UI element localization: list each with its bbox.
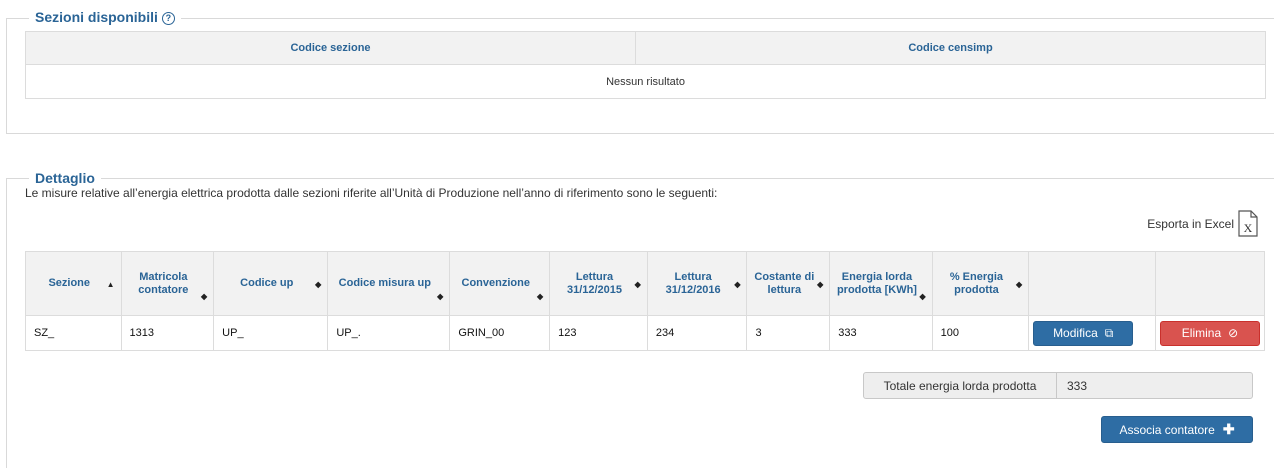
export-excel-label[interactable]: Esporta in Excel: [1147, 217, 1234, 231]
cell-perc-energia: 100: [931, 315, 1030, 351]
totale-energia-value: 333: [1067, 378, 1088, 393]
cell-sezione: SZ_: [25, 315, 122, 351]
sort-icon[interactable]: ◆: [201, 290, 207, 303]
sort-asc-icon[interactable]: ▲: [107, 278, 115, 291]
sort-icon[interactable]: ◆: [315, 278, 321, 291]
col-elimina: [1155, 251, 1265, 316]
col-perc-energia-label: % Energia prodotta: [949, 270, 1004, 296]
cell-matricola: 1313: [120, 315, 215, 351]
sort-icon[interactable]: ◆: [537, 290, 543, 303]
cell-codice-up: UP_: [213, 315, 329, 351]
sort-icon[interactable]: ◆: [437, 290, 443, 303]
sort-icon[interactable]: ◆: [635, 278, 641, 291]
col-energia-lorda-label: Energia lorda prodotta [KWh]: [836, 270, 917, 296]
elimina-button[interactable]: Elimina ⊘: [1160, 320, 1260, 346]
sort-icon[interactable]: ◆: [1016, 278, 1022, 291]
col-codice-misura-up[interactable]: Codice misura up ◆: [327, 251, 451, 316]
cell-costante: 3: [746, 315, 831, 351]
elimina-label: Elimina: [1181, 326, 1222, 340]
dettaglio-legend: Dettaglio: [29, 170, 101, 186]
col-sezione-label: Sezione: [48, 277, 91, 289]
col-sezione[interactable]: Sezione ▲: [25, 251, 122, 316]
modifica-button[interactable]: Modifica ⧉: [1033, 320, 1134, 346]
col-codice-up-label: Codice up: [240, 277, 294, 289]
col-lettura-2015[interactable]: Lettura 31/12/2015 ◆: [549, 251, 648, 316]
dettaglio-description: Le misure relative all’energia elettrica…: [25, 186, 718, 200]
svg-text:X: X: [1244, 221, 1253, 235]
sort-icon[interactable]: ◆: [734, 278, 740, 291]
col-convenzione-label: Convenzione: [461, 277, 530, 289]
col-matricola-label: Matricola contatore: [138, 270, 189, 296]
empty-result-text: Nessun risultato: [25, 64, 1266, 99]
ban-icon: ⊘: [1228, 326, 1239, 340]
col-convenzione[interactable]: Convenzione ◆: [449, 251, 551, 316]
plus-icon: ✚: [1222, 421, 1235, 437]
sezioni-legend-text: Sezioni disponibili: [35, 9, 158, 25]
col-codice-misura-up-label: Codice misura up: [338, 277, 431, 289]
excel-file-icon[interactable]: X: [1238, 210, 1258, 237]
misure-table: Sezione ▲ Matricola contatore ◆ Codice up ◆…: [25, 251, 1265, 351]
cell-convenzione: GRIN_00: [449, 315, 551, 351]
col-lettura-2016[interactable]: Lettura 31/12/2016 ◆: [646, 251, 748, 316]
totale-energia-group: Totale energia lorda prodotta 333: [863, 372, 1253, 399]
sezioni-legend: Sezioni disponibili?: [29, 9, 181, 25]
associa-contatore-button[interactable]: Associa contatore ✚: [1101, 416, 1253, 443]
help-icon[interactable]: ?: [161, 12, 175, 25]
sezioni-table: Codice sezione Codice censimp Nessun ris…: [25, 31, 1266, 99]
cell-lettura-2015: 123: [549, 315, 648, 351]
col-modifica: [1028, 251, 1156, 316]
col-costante[interactable]: Costante di lettura ◆: [746, 251, 831, 316]
cell-elimina: Elimina ⊘: [1155, 315, 1265, 351]
col-lettura-2016-label: Lettura 31/12/2016: [665, 270, 721, 296]
col-codice-sezione[interactable]: Codice sezione: [25, 31, 636, 65]
modifica-label: Modifica: [1053, 326, 1098, 340]
col-perc-energia[interactable]: % Energia prodotta ◆: [931, 251, 1030, 316]
cell-energia-lorda: 333: [829, 315, 933, 351]
export-excel-link[interactable]: Esporta in Excel X: [1147, 210, 1258, 237]
col-codice-up[interactable]: Codice up ◆: [213, 251, 329, 316]
table-row: Nessun risultato: [25, 64, 1266, 99]
copy-icon: ⧉: [1104, 325, 1114, 340]
table-row: SZ_ 1313 UP_ UP_. GRIN_00 123 234 3 333 …: [25, 315, 1265, 351]
associa-contatore-label: Associa contatore: [1119, 422, 1215, 437]
col-energia-lorda[interactable]: Energia lorda prodotta [KWh] ◆: [829, 251, 933, 316]
sort-icon[interactable]: ◆: [817, 278, 823, 291]
cell-lettura-2016: 234: [646, 315, 748, 351]
cell-modifica: Modifica ⧉: [1028, 315, 1156, 351]
sezioni-fieldset: Codice sezione Codice censimp Nessun ris…: [6, 18, 1274, 134]
cell-codice-misura-up: UP_.: [327, 315, 451, 351]
col-lettura-2015-label: Lettura 31/12/2015: [566, 270, 623, 296]
totale-energia-label: Totale energia lorda prodotta: [864, 373, 1057, 398]
sort-icon[interactable]: ◆: [920, 290, 926, 303]
col-codice-censimp[interactable]: Codice censimp: [635, 31, 1266, 65]
col-costante-label: Costante di lettura: [754, 270, 815, 296]
col-matricola[interactable]: Matricola contatore ◆: [120, 251, 215, 316]
